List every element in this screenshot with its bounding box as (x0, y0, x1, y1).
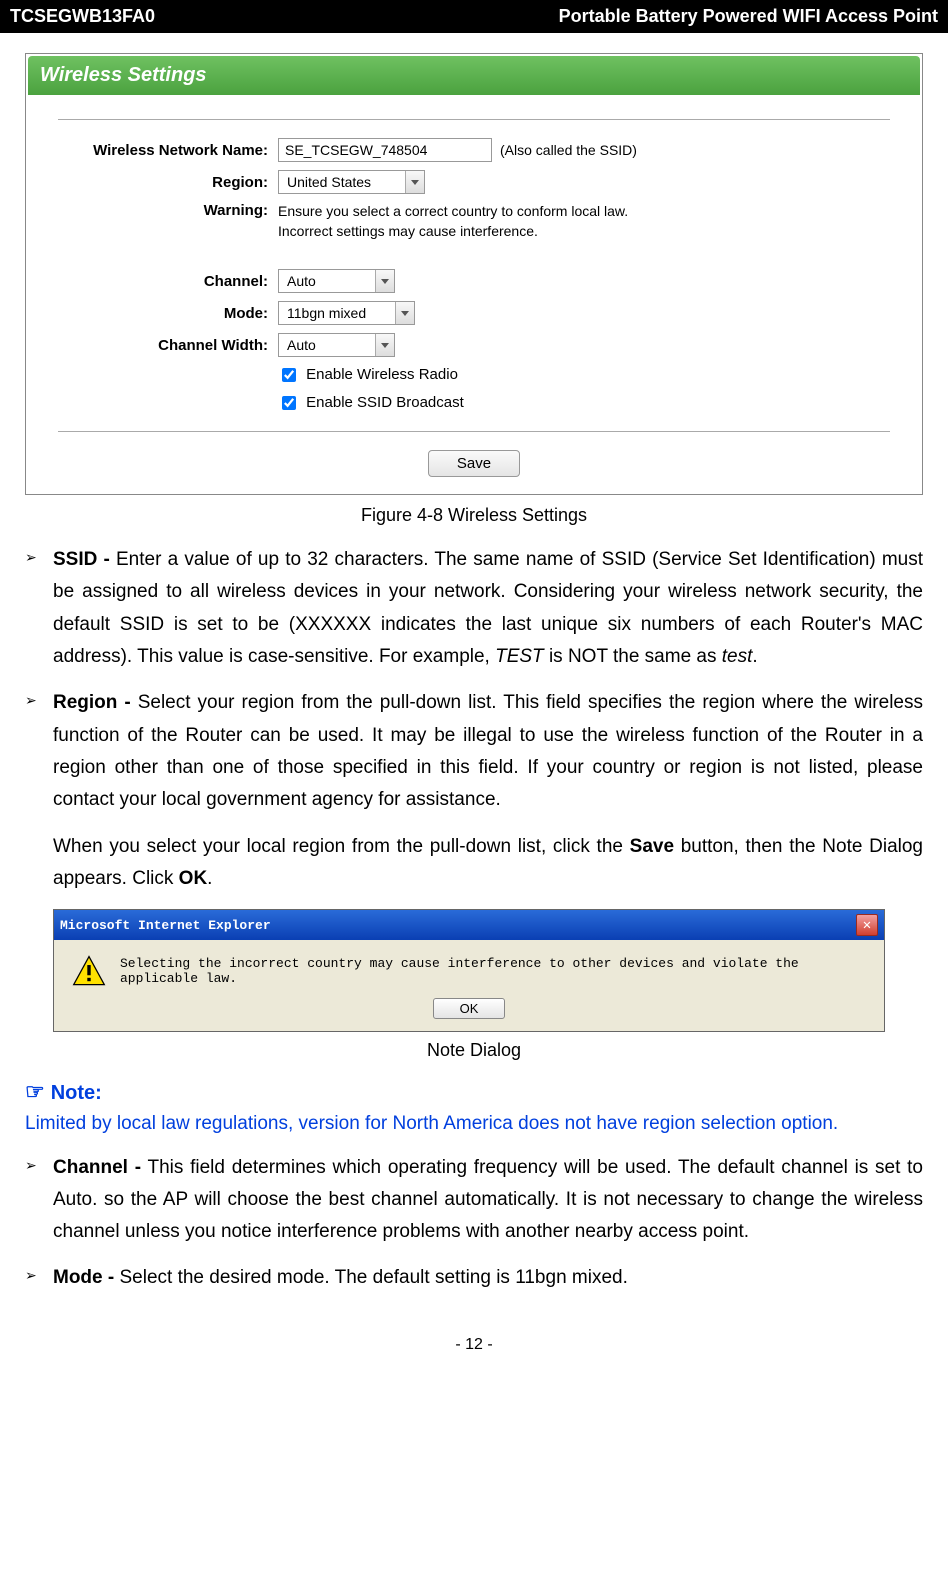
checkbox-icon[interactable] (282, 368, 296, 382)
chevron-down-icon (405, 171, 424, 193)
note-dialog: Microsoft Internet Explorer ✕ Selecting … (53, 909, 885, 1032)
doc-code: TCSEGWB13FA0 (10, 6, 155, 27)
chevron-down-icon (375, 334, 394, 356)
channel-width-select[interactable]: Auto (278, 333, 395, 357)
enable-ssid-label: Enable SSID Broadcast (306, 394, 464, 411)
panel-title: Wireless Settings (28, 56, 920, 95)
ssid-note: (Also called the SSID) (500, 142, 637, 158)
channel-value: Auto (279, 270, 375, 292)
close-icon[interactable]: ✕ (856, 914, 878, 936)
chevron-down-icon (375, 270, 394, 292)
ssid-label: Wireless Network Name: (58, 142, 278, 159)
chevron-down-icon (395, 302, 414, 324)
region-para2: When you select your local region from t… (53, 831, 923, 896)
note-body: Limited by local law regulations, versio… (25, 1109, 923, 1139)
enable-radio-checkbox[interactable]: Enable Wireless Radio (278, 365, 458, 385)
note-heading: ☞ Note: (25, 1079, 923, 1105)
bullet-channel-body: This field determines which operating fr… (53, 1157, 923, 1243)
bullet-channel: Channel - This field determines which op… (25, 1152, 923, 1249)
bullet-region: Region - Select your region from the pul… (25, 687, 923, 816)
region-para2-save: Save (630, 836, 674, 857)
warning-icon (72, 954, 106, 988)
channel-select[interactable]: Auto (278, 269, 395, 293)
warning-label: Warning: (58, 202, 278, 219)
bullet-mode-body: Select the desired mode. The default set… (114, 1267, 628, 1288)
figure-caption: Figure 4-8 Wireless Settings (25, 505, 923, 526)
doc-title: Portable Battery Powered WIFI Access Poi… (559, 6, 938, 27)
region-para2a: When you select your local region from t… (53, 836, 630, 857)
ssid-input[interactable] (278, 138, 492, 162)
page-number: - 12 - (0, 1324, 948, 1366)
region-value: United States (279, 171, 405, 193)
mode-value: 11bgn mixed (279, 302, 395, 324)
cwidth-value: Auto (279, 334, 375, 356)
mode-select[interactable]: 11bgn mixed (278, 301, 415, 325)
bullet-ssid-mid: is NOT the same as (544, 646, 722, 667)
region-para2-ok: OK (179, 868, 208, 889)
bullet-ssid-test2: test (722, 646, 753, 667)
mode-label: Mode: (58, 305, 278, 322)
channel-label: Channel: (58, 273, 278, 290)
bullet-region-body: Select your region from the pull-down li… (53, 692, 923, 810)
page-header: TCSEGWB13FA0 Portable Battery Powered WI… (0, 0, 948, 33)
dialog-caption: Note Dialog (25, 1040, 923, 1061)
bullet-ssid-title: SSID - (53, 549, 110, 570)
dialog-title-text: Microsoft Internet Explorer (60, 918, 271, 933)
region-para2c: . (207, 868, 212, 889)
checkbox-icon[interactable] (282, 396, 296, 410)
region-label: Region: (58, 174, 278, 191)
save-button[interactable]: Save (428, 450, 520, 477)
dialog-ok-button[interactable]: OK (433, 998, 506, 1019)
warning-text: Ensure you select a correct country to c… (278, 202, 678, 241)
bullet-ssid-end: . (752, 646, 757, 667)
note-heading-text: Note: (51, 1082, 102, 1104)
dialog-message: Selecting the incorrect country may caus… (120, 956, 866, 986)
bullet-ssid-body: Enter a value of up to 32 characters. Th… (53, 549, 923, 667)
bullet-region-title: Region - (53, 692, 131, 713)
bullet-channel-title: Channel - (53, 1157, 141, 1178)
cwidth-label: Channel Width: (58, 337, 278, 354)
bullet-mode: Mode - Select the desired mode. The defa… (25, 1262, 923, 1294)
bullet-mode-title: Mode - (53, 1267, 114, 1288)
pointing-hand-icon: ☞ (25, 1079, 45, 1104)
region-select[interactable]: United States (278, 170, 425, 194)
wireless-settings-panel: Wireless Settings Wireless Network Name:… (25, 53, 923, 495)
enable-radio-label: Enable Wireless Radio (306, 366, 458, 383)
bullet-ssid-test1: TEST (495, 646, 544, 667)
enable-ssid-checkbox[interactable]: Enable SSID Broadcast (278, 393, 464, 413)
bullet-ssid: SSID - Enter a value of up to 32 charact… (25, 544, 923, 673)
